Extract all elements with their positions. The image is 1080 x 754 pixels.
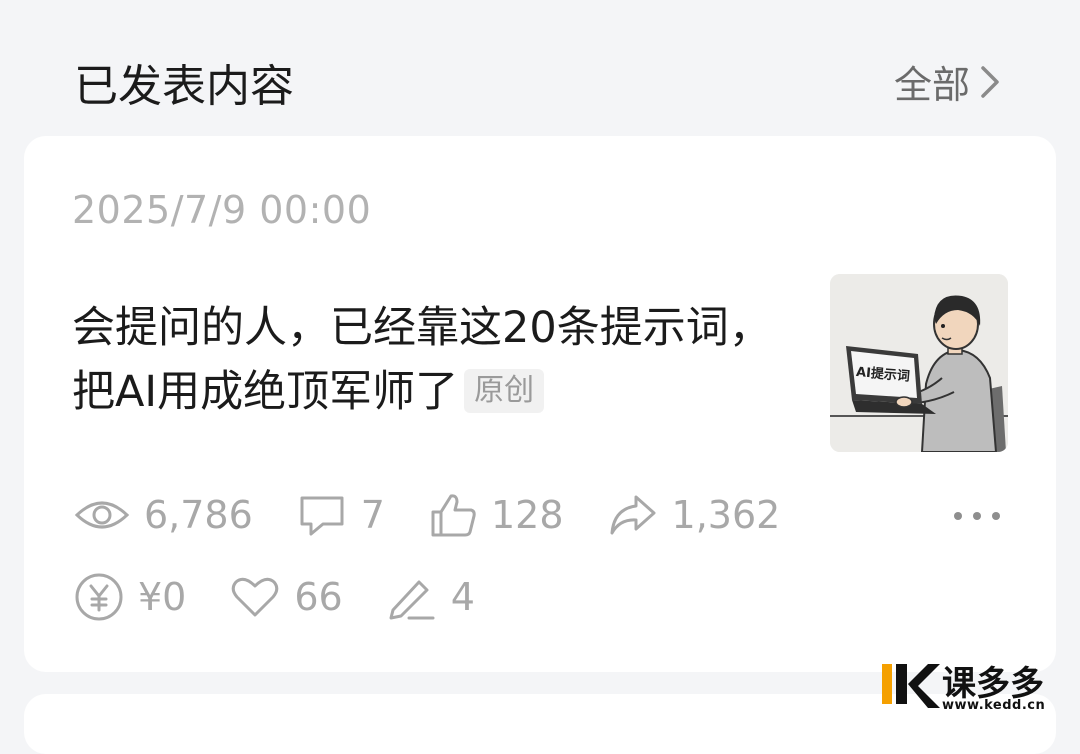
shares-stat[interactable]: 1,362 — [608, 493, 781, 537]
more-icon — [954, 512, 962, 520]
likes-count: 128 — [490, 493, 564, 537]
original-badge: 原创 — [464, 368, 545, 413]
post-title[interactable]: 会提问的人，已经靠这20条提示词，把AI用成绝顶军师了 — [72, 303, 772, 417]
likes-stat[interactable]: 128 — [429, 492, 564, 538]
view-all-link[interactable]: 全部 — [894, 54, 1002, 109]
shares-count: 1,362 — [671, 493, 781, 537]
more-options-button[interactable] — [954, 508, 1000, 524]
views-stat: 6,786 — [74, 493, 253, 537]
heart-icon — [232, 577, 279, 617]
earnings-amount: ¥0 — [138, 575, 187, 619]
stats-row-primary: 6,786 7 128 1,362 — [74, 492, 824, 538]
favorites-count: 66 — [294, 575, 343, 619]
pencil-icon — [389, 580, 435, 620]
watermark-logo-icon — [882, 664, 940, 708]
comments-stat[interactable]: 7 — [297, 493, 385, 537]
edits-count: 4 — [450, 575, 475, 619]
page-title: 已发表内容 — [74, 61, 294, 112]
section-header: 已发表内容 全部 — [74, 46, 1002, 116]
stats-row-secondary: ¥0 66 4 — [74, 572, 519, 622]
comment-icon — [300, 496, 344, 536]
view-all-label: 全部 — [893, 63, 970, 107]
share-icon — [610, 495, 656, 535]
comments-count: 7 — [360, 493, 385, 537]
chevron-right-icon — [981, 65, 999, 98]
post-thumbnail[interactable]: AI提示词 — [830, 274, 1008, 452]
post-timestamp: 2025/7/9 00:00 — [72, 188, 372, 232]
thumbs-up-icon — [431, 494, 476, 537]
earnings-stat: ¥0 — [74, 572, 186, 622]
post-title-block[interactable]: 会提问的人，已经靠这20条提示词，把AI用成绝顶军师了 原创 — [72, 296, 792, 424]
edits-stat[interactable]: 4 — [387, 574, 475, 620]
watermark: 课多多 www.kedd.cn — [880, 658, 1080, 717]
favorites-stat[interactable]: 66 — [230, 575, 343, 619]
thumbnail-illustration: AI提示词 — [830, 274, 1008, 452]
eye-icon — [74, 501, 130, 529]
views-count: 6,786 — [144, 493, 253, 537]
watermark-url: www.kedd.cn — [942, 698, 1046, 713]
post-card[interactable]: 2025/7/9 00:00 会提问的人，已经靠这20条提示词，把AI用成绝顶军… — [24, 136, 1056, 672]
yuan-icon — [75, 573, 123, 621]
